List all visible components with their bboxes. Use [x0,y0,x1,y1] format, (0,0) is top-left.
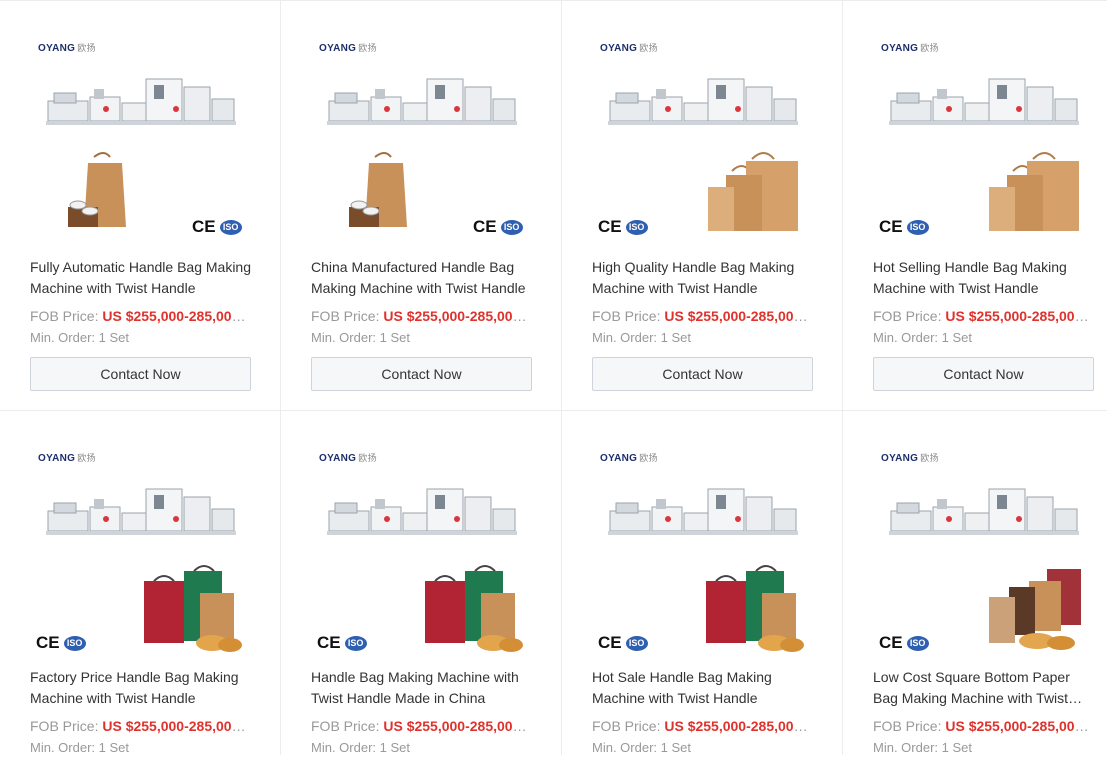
product-card[interactable]: OYANG 欧扬 CE ISO China Manufactured Handl… [281,1,562,411]
bag-illustration [983,149,1083,239]
min-order: Min. Order: 1 Set [30,330,129,345]
contact-now-button[interactable]: Contact Now [592,357,813,391]
iso-badge: ISO [625,635,648,651]
machine-illustration [889,483,1079,548]
fob-price: FOB Price: US $255,000-285,000 / Set [30,308,252,324]
iso-badge: ISO [344,635,367,651]
product-title[interactable]: Handle Bag Making Machine with Twist Han… [311,667,535,709]
bag-illustration [696,563,806,658]
certification-badges: CE ISO [317,633,367,653]
fob-price: FOB Price: US $255,000-285,000 / Set [592,308,814,324]
certification-badges: CE ISO [879,633,929,653]
bag-illustration [347,149,417,244]
product-title[interactable]: High Quality Handle Bag Making Machine w… [592,257,816,299]
ce-mark: CE [473,217,497,236]
contact-now-button[interactable]: Contact Now [311,357,532,391]
certification-badges: CE ISO [36,633,86,653]
certification-badges: CE ISO [879,217,929,237]
machine-illustration [889,73,1079,138]
min-order: Min. Order: 1 Set [592,740,691,755]
product-image[interactable]: OYANG 欧扬 CE ISO [311,441,533,663]
min-order: Min. Order: 1 Set [311,330,410,345]
machine-illustration [608,73,798,138]
iso-badge: ISO [219,219,242,235]
brand-logo: OYANG 欧扬 [38,453,96,464]
fob-price: FOB Price: US $255,000-285,000 / Set [311,308,533,324]
product-card[interactable]: OYANG 欧扬 CE ISO Fully Automatic Handle B… [0,1,281,411]
product-card[interactable]: OYANG 欧扬 CE ISO Hot Selling Handle Bag M… [843,1,1107,411]
certification-badges: CE ISO [598,217,648,237]
ce-mark: CE [879,217,903,236]
product-card[interactable]: OYANG 欧扬 CE ISO High Quality Handle Bag … [562,1,843,411]
product-title[interactable]: Fully Automatic Handle Bag Making Machin… [30,257,254,299]
machine-illustration [46,483,236,548]
min-order: Min. Order: 1 Set [30,740,129,755]
product-card[interactable]: OYANG 欧扬 CE ISO H [281,411,562,755]
bag-illustration [66,149,136,244]
product-image[interactable]: OYANG 欧扬 CE ISO [873,31,1095,253]
fob-price: FOB Price: US $255,000-285,000 / Set [311,718,533,734]
product-title[interactable]: Hot Selling Handle Bag Making Machine wi… [873,257,1097,299]
fob-price: FOB Price: US $255,000-285,000 / Set [592,718,814,734]
iso-badge: ISO [63,635,86,651]
brand-logo: OYANG 欧扬 [319,43,377,54]
brand-logo: OYANG 欧扬 [881,453,939,464]
product-grid: OYANG 欧扬 CE ISO Fully Automatic Handle B… [0,0,1107,755]
iso-badge: ISO [906,635,929,651]
ce-mark: CE [36,633,60,652]
fob-price: FOB Price: US $255,000-285,000 / Set [30,718,252,734]
certification-badges: CE ISO [598,633,648,653]
ce-mark: CE [879,633,903,652]
product-card[interactable]: OYANG 欧扬 CE ISO Factory Price Handle Bag… [0,411,281,755]
product-card[interactable]: OYANG 欧扬 CE ISO H [562,411,843,755]
fob-price: FOB Price: US $255,000-285,000 / Set [873,718,1095,734]
machine-illustration [327,483,517,548]
bag-illustration [702,149,802,239]
product-image[interactable]: OYANG 欧扬 CE ISO [592,441,814,663]
bag-illustration [415,563,525,658]
product-image[interactable]: OYANG 欧扬 CE ISO [311,31,533,253]
bag-illustration [977,563,1087,658]
product-card[interactable]: OYANG 欧扬 CE ISO Low Cost Square Bottom P… [843,411,1107,755]
ce-mark: CE [317,633,341,652]
product-title[interactable]: China Manufactured Handle Bag Making Mac… [311,257,535,299]
min-order: Min. Order: 1 Set [592,330,691,345]
fob-price: FOB Price: US $255,000-285,000 / Set [873,308,1095,324]
iso-badge: ISO [500,219,523,235]
min-order: Min. Order: 1 Set [873,740,972,755]
brand-logo: OYANG 欧扬 [600,43,658,54]
product-image[interactable]: OYANG 欧扬 CE ISO [30,31,252,253]
product-image[interactable]: OYANG 欧扬 CE ISO [592,31,814,253]
product-title[interactable]: Low Cost Square Bottom Paper Bag Making … [873,667,1097,709]
bag-illustration [134,563,244,658]
ce-mark: CE [598,217,622,236]
certification-badges: CE ISO [192,217,242,237]
brand-logo: OYANG 欧扬 [600,453,658,464]
machine-illustration [327,73,517,138]
ce-mark: CE [192,217,216,236]
product-title[interactable]: Factory Price Handle Bag Making Machine … [30,667,254,709]
product-title[interactable]: Hot Sale Handle Bag Making Machine with … [592,667,816,709]
contact-now-button[interactable]: Contact Now [873,357,1094,391]
certification-badges: CE ISO [473,217,523,237]
brand-logo: OYANG 欧扬 [319,453,377,464]
min-order: Min. Order: 1 Set [873,330,972,345]
iso-badge: ISO [906,219,929,235]
brand-logo: OYANG 欧扬 [881,43,939,54]
ce-mark: CE [598,633,622,652]
product-image[interactable]: OYANG 欧扬 CE ISO [30,441,252,663]
machine-illustration [46,73,236,138]
brand-logo: OYANG 欧扬 [38,43,96,54]
min-order: Min. Order: 1 Set [311,740,410,755]
contact-now-button[interactable]: Contact Now [30,357,251,391]
product-image[interactable]: OYANG 欧扬 CE ISO [873,441,1095,663]
iso-badge: ISO [625,219,648,235]
machine-illustration [608,483,798,548]
